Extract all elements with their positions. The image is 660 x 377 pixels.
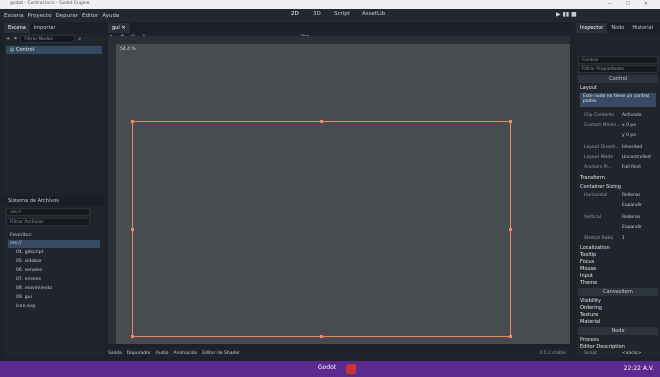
tab-salida[interactable]: Salida: [108, 351, 122, 356]
fs-root[interactable]: res://: [10, 241, 22, 246]
handle-tl[interactable]: [131, 120, 134, 123]
tab-escena[interactable]: Escena: [4, 23, 30, 33]
fs-folder-senales[interactable]: 06. senales: [16, 268, 42, 273]
section-mouse[interactable]: Mouse: [580, 266, 596, 272]
section-tooltip[interactable]: Tooltip: [580, 252, 596, 258]
section-layout[interactable]: Layout: [580, 85, 597, 91]
tab-gui[interactable]: gui ✕: [108, 23, 130, 33]
play-icon[interactable]: ▶ ▮▮ ■: [556, 11, 577, 18]
menu-editor[interactable]: Editor: [82, 13, 98, 19]
menu-escena[interactable]: Escena: [4, 13, 24, 19]
section-transform[interactable]: Transform: [580, 175, 605, 181]
section-input[interactable]: Input: [580, 273, 593, 279]
add-node-icon[interactable]: +: [6, 36, 10, 42]
workspace-assetlib[interactable]: AssetLib: [362, 11, 385, 17]
inspector-node-select[interactable]: Control: [578, 56, 658, 64]
clock: 22:22 A.V.: [623, 365, 654, 372]
prop-vertical-expand[interactable]: Expandir: [578, 224, 660, 233]
fs-folder-gui[interactable]: 09. gui: [16, 295, 32, 300]
tab-importar[interactable]: Importar: [30, 23, 60, 33]
handle-bl[interactable]: [131, 335, 134, 338]
handle-r[interactable]: [509, 228, 512, 231]
link-icon[interactable]: ⚭: [13, 36, 17, 42]
class-header-canvasitem: CanvasItem: [578, 288, 658, 296]
node-label: Control: [15, 47, 35, 53]
godot-taskbar-button[interactable]: Godot: [318, 364, 336, 371]
handle-tr[interactable]: [509, 120, 512, 123]
fs-favorites[interactable]: Favoritos:: [10, 233, 32, 238]
filesystem-title: Sistema de Archivos: [4, 196, 104, 206]
menu-proyecto[interactable]: Proyecto: [28, 13, 52, 19]
scene-tabbar: gui ✕: [108, 23, 570, 33]
fs-folder-sidebar[interactable]: 05. sidebar: [16, 259, 42, 264]
warning-box: Este nodo no tiene un control padre.: [580, 93, 656, 107]
control-rect[interactable]: [131, 120, 512, 338]
window-controls[interactable]: — ☐ ✕: [607, 1, 654, 7]
inspector-tabs: Inspector Nodo Historial: [576, 23, 660, 33]
menu-depurar[interactable]: Depurar: [56, 13, 79, 19]
filter-nodes-input[interactable]: Filtrar Nodos: [20, 35, 76, 43]
handle-b[interactable]: [320, 335, 323, 338]
scene-tabs: Escena Importar: [4, 23, 104, 33]
workspace-2d[interactable]: 2D: [291, 11, 299, 17]
workspace-script[interactable]: Script: [334, 11, 350, 17]
prop-layout-mode[interactable]: Layout Mode Uncontrolled: [578, 154, 660, 163]
ruler-vertical: [108, 44, 116, 344]
prop-script[interactable]: Script <vacío>: [578, 350, 660, 359]
version-label: 4.0.2.stable: [539, 350, 566, 356]
prop-layout-direction[interactable]: Layout Directi... Inherited: [578, 144, 660, 153]
prop-clip-contents[interactable]: Clip Contents Activado: [578, 112, 660, 121]
prop-anchors-preset[interactable]: Anchors Pr... Full Rect: [578, 164, 660, 173]
fs-folder-movimiento[interactable]: 08. movimiento: [16, 286, 52, 291]
tab-nodo[interactable]: Nodo: [607, 23, 628, 33]
workspace-3d[interactable]: 3D: [313, 11, 321, 17]
handle-l[interactable]: [131, 228, 134, 231]
handle-br[interactable]: [509, 335, 512, 338]
section-focus[interactable]: Focus: [580, 259, 594, 265]
fs-folder-gdscript[interactable]: 04. gdscript: [16, 250, 43, 255]
prop-custom-min-y[interactable]: y 0 px: [578, 132, 660, 141]
fs-file-icon-svg[interactable]: icon.svg: [16, 304, 35, 309]
handle-t[interactable]: [320, 120, 323, 123]
fs-folder-errores[interactable]: 07. errores: [16, 277, 41, 282]
ruler-horizontal: [108, 36, 570, 44]
prop-custom-min-x[interactable]: Custom Minim... x 0 px: [578, 122, 660, 131]
section-visibility[interactable]: Visibility: [580, 298, 601, 304]
window-title: godot - Control.tscn - Godot Engine: [10, 1, 90, 6]
scene-toolbar: + ⚭ Filtrar Nodos ⌕: [4, 33, 104, 45]
tab-shader-editor[interactable]: Editor de Shader: [202, 351, 240, 356]
section-texture[interactable]: Texture: [580, 312, 598, 318]
scene-panel: Escena Importar + ⚭ Filtrar Nodos ⌕ ◎ Co…: [4, 23, 104, 193]
menu-ayuda[interactable]: Ayuda: [102, 13, 119, 19]
prop-horizontal-expand[interactable]: Expandir: [578, 202, 660, 211]
class-header-control: Control: [578, 75, 658, 83]
zoom-level[interactable]: 54.4 %: [120, 47, 136, 52]
prop-horizontal[interactable]: Horizontal Rellenar: [578, 192, 660, 201]
prop-vertical[interactable]: Vertical Rellenar: [578, 214, 660, 223]
filter-files-input[interactable]: Filtrar Archivos: [6, 218, 90, 226]
recording-icon[interactable]: [346, 364, 356, 374]
tab-depurador[interactable]: Depurador: [127, 351, 151, 356]
section-process[interactable]: Process: [580, 337, 599, 343]
section-theme[interactable]: Theme: [580, 280, 597, 286]
tab-audio[interactable]: Audio: [156, 351, 169, 356]
bottom-panel-tabs: Salida Depurador Audio Animación Editor …: [108, 348, 570, 358]
search-icon[interactable]: ⌕: [78, 36, 81, 42]
section-container-sizing[interactable]: Container Sizing: [580, 184, 621, 190]
section-material[interactable]: Material: [580, 319, 600, 325]
tab-inspector[interactable]: Inspector: [576, 23, 608, 33]
path-input[interactable]: res://: [6, 208, 90, 216]
filter-properties-input[interactable]: Filtrar Propiedades: [578, 65, 658, 73]
tab-animacion[interactable]: Animación: [174, 351, 198, 356]
section-ordering[interactable]: Ordering: [580, 305, 602, 311]
prop-stretch-ratio[interactable]: Stretch Ratio 1: [578, 235, 660, 244]
tree-node-control[interactable]: ◎ Control: [6, 46, 102, 54]
os-taskbar: Godot 22:22 A.V.: [0, 361, 660, 377]
window-titlebar: godot - Control.tscn - Godot Engine — ☐ …: [0, 0, 660, 9]
section-localization[interactable]: Localization: [580, 245, 610, 251]
class-header-node: Node: [578, 327, 658, 335]
tab-historial[interactable]: Historial: [628, 23, 657, 33]
